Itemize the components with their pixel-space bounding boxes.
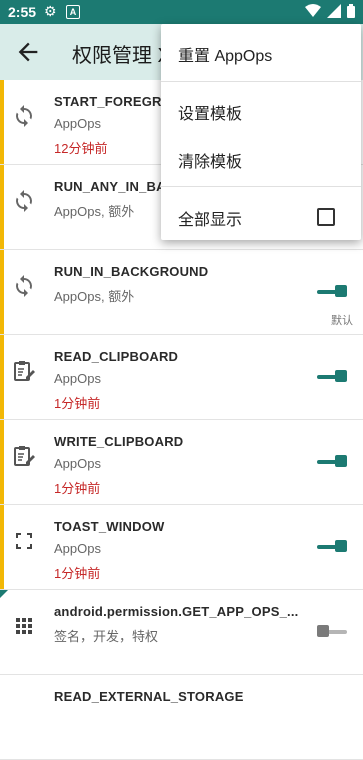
menu-item-label: 全部显示 xyxy=(178,212,243,229)
permission-toggle[interactable] xyxy=(317,454,347,470)
list-item[interactable]: android.permission.GET_APP_OPS_... 签名，开发… xyxy=(0,590,363,675)
permission-name: RUN_IN_BACKGROUND xyxy=(54,264,209,279)
signal-icon xyxy=(327,4,341,18)
back-arrow-icon[interactable] xyxy=(14,38,42,66)
list-item[interactable]: TOAST_WINDOW AppOps 1分钟前 xyxy=(0,505,363,590)
menu-divider xyxy=(161,186,361,187)
permission-type: 签名，开发，特权 xyxy=(54,629,159,644)
status-icons xyxy=(305,4,355,18)
wifi-icon xyxy=(305,4,321,17)
fullscreen-icon xyxy=(16,533,32,549)
menu-item-label: 设置模板 xyxy=(178,106,243,123)
list-item[interactable]: READ_CLIPBOARD AppOps 1分钟前 xyxy=(0,335,363,420)
permission-name: TOAST_WINDOW xyxy=(54,519,165,534)
list-item[interactable]: READ_EXTERNAL_STORAGE xyxy=(0,675,363,760)
sync-icon xyxy=(16,275,32,297)
permission-name: WRITE_CLIPBOARD xyxy=(54,434,184,449)
sync-icon xyxy=(16,190,32,212)
list-item[interactable]: RUN_IN_BACKGROUND AppOps, 额外 默认 xyxy=(0,250,363,335)
list-item[interactable]: WRITE_CLIPBOARD AppOps 1分钟前 xyxy=(0,420,363,505)
permission-type: AppOps xyxy=(54,541,101,556)
menu-item-clear-template[interactable]: 清除模板 xyxy=(161,134,361,182)
gear-icon: ⚙ xyxy=(44,3,57,19)
permission-toggle[interactable] xyxy=(317,369,347,385)
permission-toggle[interactable] xyxy=(317,624,347,640)
menu-item-label: 清除模板 xyxy=(178,154,243,171)
menu-item-reset-appops[interactable]: 重置 AppOps xyxy=(161,28,361,76)
permission-type: AppOps, 额外 xyxy=(54,204,135,219)
permission-type: AppOps xyxy=(54,116,101,131)
permission-name: READ_CLIPBOARD xyxy=(54,349,179,364)
permission-time: 1分钟前 xyxy=(54,396,101,411)
battery-icon xyxy=(347,4,355,18)
menu-item-show-all[interactable]: 全部显示 xyxy=(161,192,361,240)
permission-toggle[interactable] xyxy=(317,284,347,300)
permission-name: android.permission.GET_APP_OPS_... xyxy=(54,604,299,619)
menu-item-set-template[interactable]: 设置模板 xyxy=(161,86,361,134)
menu-divider xyxy=(161,81,361,82)
clipboard-edit-icon xyxy=(14,361,35,381)
permission-type: AppOps, 额外 xyxy=(54,289,135,304)
permission-type: AppOps xyxy=(54,371,101,386)
corner-marker xyxy=(0,590,8,598)
permission-toggle[interactable] xyxy=(317,539,347,555)
a-icon: A xyxy=(66,5,80,19)
show-all-checkbox[interactable] xyxy=(317,208,335,226)
page-title: 权限管理 X xyxy=(72,45,171,67)
permission-time: 1分钟前 xyxy=(54,566,101,581)
menu-item-label: 重置 AppOps xyxy=(178,48,273,65)
overflow-menu: 重置 AppOps 设置模板 清除模板 全部显示 xyxy=(161,24,361,240)
clipboard-edit-icon xyxy=(14,446,35,466)
permission-name: READ_EXTERNAL_STORAGE xyxy=(54,689,244,704)
default-badge: 默认 xyxy=(331,315,353,327)
permission-type: AppOps xyxy=(54,456,101,471)
sync-icon xyxy=(16,105,32,127)
permission-time: 12分钟前 xyxy=(54,141,108,156)
grid-icon xyxy=(16,618,32,634)
status-time: 2:55 xyxy=(8,4,37,20)
status-bar: 2:55 ⚙ A xyxy=(0,0,363,24)
permission-time: 1分钟前 xyxy=(54,481,101,496)
